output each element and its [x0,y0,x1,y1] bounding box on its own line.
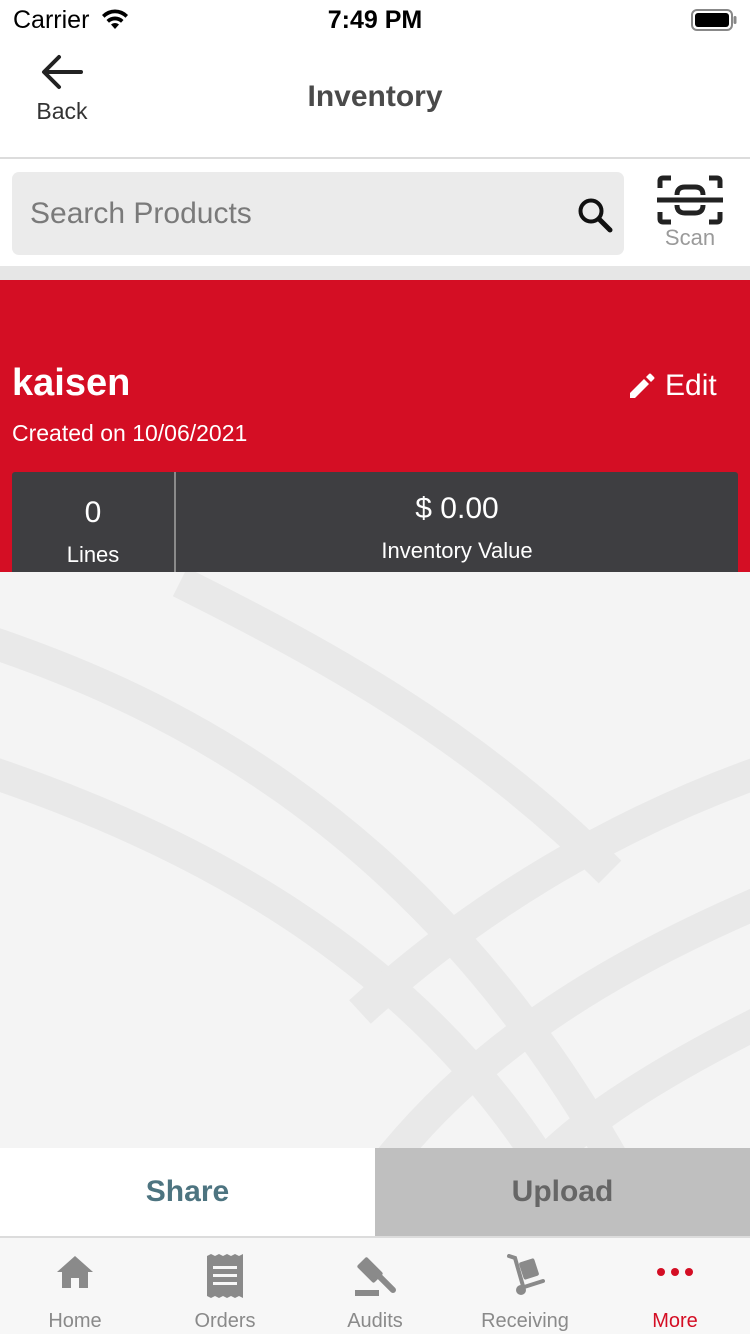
tab-audits[interactable]: Audits [300,1238,450,1334]
created-date: Created on 10/06/2021 [12,420,248,446]
scan-label: Scan [664,225,716,250]
lines-count: 0 [84,496,102,529]
share-button[interactable]: Share [0,1148,375,1236]
tab-bar: Home Orders Audits Receiving More [0,1236,750,1334]
more-icon [657,1268,693,1276]
lines-stat: 0 Lines [12,472,176,582]
divider-strip [0,266,750,280]
search-box [12,172,624,255]
inventory-name: kaisen [12,362,131,404]
search-row: Scan [0,159,750,266]
gavel-icon [355,1257,396,1296]
scan-button[interactable]: Scan [650,175,730,255]
home-icon [57,1256,93,1288]
inventory-value-label: Inventory Value [381,538,533,563]
lines-label: Lines [66,542,120,567]
inventory-value-amount: $ 0.00 [415,492,499,525]
nav-bar: Back Inventory [0,40,750,159]
search-input[interactable] [30,172,550,255]
edit-label: Edit [665,369,717,402]
tab-audits-label: Audits [347,1310,403,1332]
upload-button[interactable]: Upload [375,1148,750,1236]
tab-home[interactable]: Home [0,1238,150,1334]
tab-more-label: More [652,1310,698,1332]
edit-button[interactable]: Edit [628,366,717,406]
status-bar: Carrier 7:49 PM [0,0,750,40]
hand-truck-icon [507,1254,545,1295]
battery-icon [691,9,737,31]
empty-content-area [0,572,750,1148]
scan-icon [657,175,723,225]
pencil-icon [630,373,655,398]
search-icon[interactable] [575,195,615,235]
tab-orders[interactable]: Orders [150,1238,300,1334]
status-time: 7:49 PM [327,6,423,34]
tab-receiving[interactable]: Receiving [450,1238,600,1334]
tab-receiving-label: Receiving [481,1310,569,1332]
orders-icon [207,1254,243,1298]
inventory-value-stat: $ 0.00 Inventory Value [176,472,738,582]
tab-more[interactable]: More [600,1238,750,1334]
tab-orders-label: Orders [194,1310,256,1332]
background-decoration [0,572,750,1148]
tab-home-label: Home [48,1310,102,1332]
stats-card: 0 Lines $ 0.00 Inventory Value [12,472,738,582]
page-title: Inventory [307,80,443,113]
